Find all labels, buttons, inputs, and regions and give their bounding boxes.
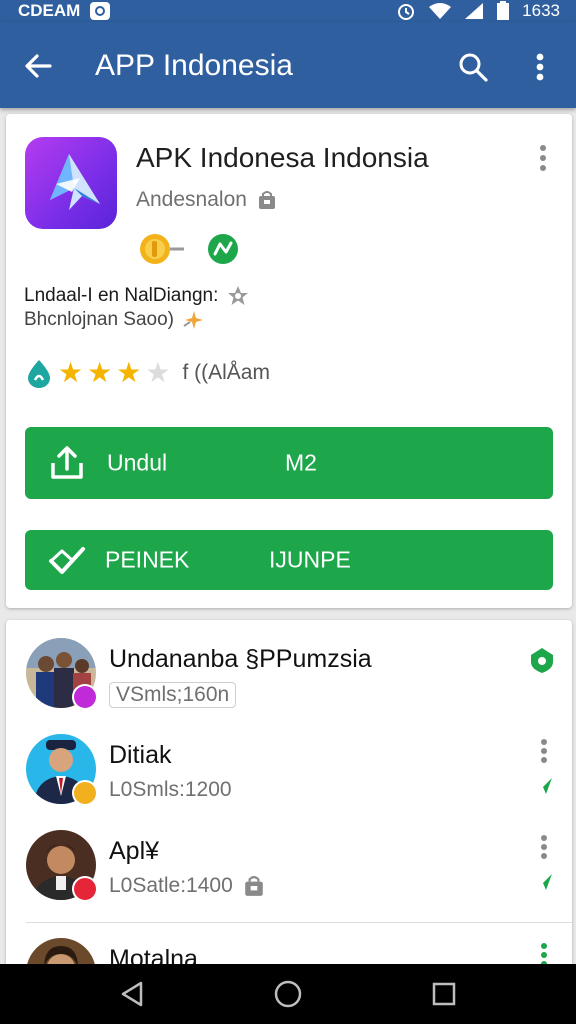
nav-recents-button[interactable] [428, 978, 460, 1010]
bag-icon [258, 191, 275, 209]
status-bar: CDEAM 1633 [0, 0, 576, 22]
app-logo-icon [50, 154, 100, 210]
card-more-button[interactable] [531, 142, 555, 174]
star-outline-icon [228, 286, 249, 305]
verified-badge-icon [208, 234, 238, 264]
sparkle-icon [183, 311, 203, 329]
related-list: Undananba §PPumzsia VSmls;160n Ditiak L0… [6, 620, 572, 980]
send-icon [532, 870, 556, 894]
recents-icon [432, 982, 456, 1006]
verify-button-label: PEINEK [105, 546, 190, 573]
list-item-title: Undananba §PPumzsia [109, 645, 372, 673]
app-bar: APP Indonesia [0, 22, 576, 108]
app-logo [25, 137, 117, 229]
list-item[interactable]: Undananba §PPumzsia VSmls;160n [6, 620, 572, 712]
list-item-subtitle: L0Satle:1400 [109, 874, 265, 898]
developer-name[interactable]: Andesnalon [136, 188, 247, 212]
avatar-badge [72, 684, 98, 710]
nav-back-button[interactable] [116, 978, 148, 1010]
notification-icon [90, 2, 111, 20]
list-item-title: Apl¥ [109, 837, 160, 865]
coin-badge-icon [140, 234, 184, 264]
overflow-menu-button[interactable] [522, 46, 558, 88]
battery-icon [496, 1, 510, 21]
android-icon [28, 360, 50, 388]
verify-button[interactable]: PEINEK IJUNPE [25, 530, 553, 590]
star-icon: ★ [145, 357, 171, 388]
description-line-1: Lndaal-I en NalDiangn: [24, 285, 219, 306]
alarm-icon [396, 1, 416, 21]
more-vert-icon[interactable] [534, 736, 554, 766]
search-icon [459, 53, 488, 82]
checkmark-icon [47, 543, 87, 577]
status-left-text: CDEAM [18, 1, 81, 20]
send-icon [532, 774, 556, 798]
shield-icon[interactable] [528, 646, 556, 674]
back-triangle-icon [121, 981, 143, 1007]
list-item[interactable]: Apl¥ L0Satle:1400 [6, 812, 572, 904]
star-icon: ★ [58, 357, 84, 388]
app-details-card: APK Indonesa Indonsia Andesnalon Lndaal-… [6, 114, 572, 608]
status-time: 1633 [522, 1, 560, 20]
list-item[interactable]: Ditiak L0Smls:1200 [6, 716, 572, 808]
badge-row [138, 232, 240, 266]
list-item-subtitle: L0Smls:1200 [109, 778, 232, 801]
list-item-title: Ditiak [109, 741, 172, 769]
description: Lndaal-I en NalDiangn: Bhcnlojnan Saoo) [24, 284, 250, 332]
home-icon [274, 980, 302, 1008]
download-button[interactable]: Undul M2 [25, 427, 553, 499]
download-size: M2 [285, 449, 317, 476]
wifi-icon [428, 2, 452, 20]
search-button[interactable] [452, 46, 494, 88]
back-button[interactable] [18, 46, 58, 86]
more-vert-icon[interactable] [534, 832, 554, 862]
verify-button-meta: IJUNPE [269, 546, 351, 573]
rating-count: f ((AlÅam [182, 361, 270, 384]
description-line-2: Bhcnlojnan Saoo) [24, 309, 174, 330]
app-name: APK Indonesa Indonsia [136, 142, 429, 173]
star-icon: ★ [116, 357, 142, 388]
more-vert-icon [536, 53, 544, 81]
nav-home-button[interactable] [272, 978, 304, 1010]
page-title: APP Indonesia [95, 49, 293, 82]
more-vert-icon [540, 145, 546, 171]
back-arrow-icon [25, 54, 52, 78]
list-item-subtitle: VSmls;160n [109, 682, 237, 708]
navigation-bar [0, 964, 576, 1024]
avatar-badge [72, 780, 98, 806]
upload-icon [47, 443, 87, 483]
star-icon: ★ [87, 357, 113, 388]
developer-row: Andesnalon [136, 188, 277, 212]
signal-icon [464, 2, 484, 20]
download-button-label: Undul [107, 449, 168, 476]
rating-row: ★ ★ ★ ★ f ((AlÅam [24, 358, 270, 388]
avatar-badge [72, 876, 98, 902]
bag-icon [244, 876, 263, 896]
